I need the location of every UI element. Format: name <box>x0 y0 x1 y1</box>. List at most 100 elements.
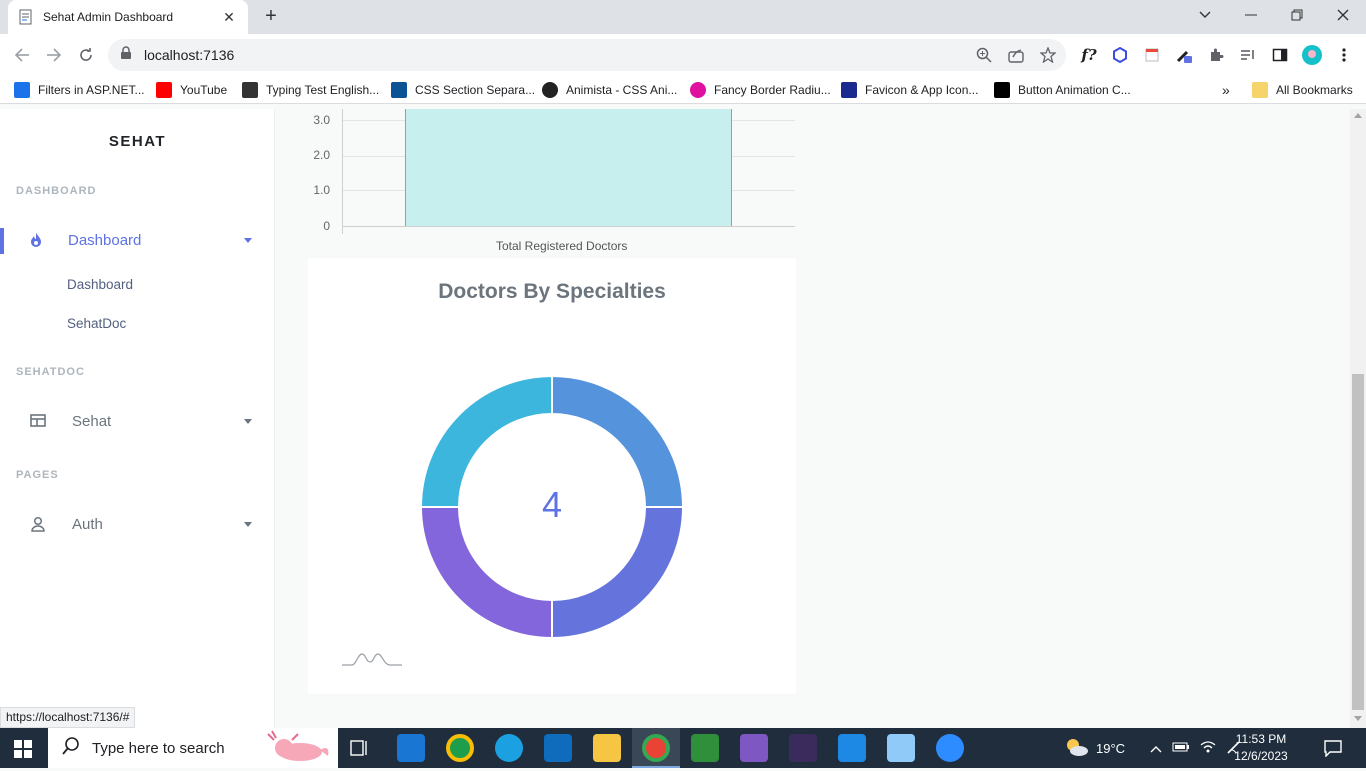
reload-icon[interactable] <box>73 43 99 67</box>
minimize-icon[interactable] <box>1228 0 1274 30</box>
bookmark-favicon-icon <box>542 82 558 98</box>
browser-tab[interactable]: Sehat Admin Dashboard ✕ <box>8 0 248 34</box>
chrome-icon[interactable] <box>446 734 474 762</box>
sidebar: SEHAT DASHBOARD Dashboard Dashboard Seha… <box>0 109 275 728</box>
y-tick-label: 3.0 <box>313 113 330 127</box>
bookmark-favicon-icon <box>994 82 1010 98</box>
chrome-menu-icon[interactable] <box>1333 44 1355 66</box>
chart-y-axis <box>342 109 343 234</box>
extension-hex-icon[interactable] <box>1109 44 1131 66</box>
sparkline-icon <box>342 650 402 673</box>
battery-icon[interactable] <box>1172 741 1190 756</box>
bookmark-star-icon[interactable] <box>1039 46 1057 68</box>
fire-icon <box>28 232 44 248</box>
brand-logo-text[interactable]: SEHAT <box>0 133 275 150</box>
chrome-active-icon[interactable] <box>642 734 670 762</box>
axolotl-icon <box>262 730 332 771</box>
more-bookmarks-icon[interactable]: » <box>1222 81 1230 99</box>
y-tick-label: 2.0 <box>313 148 330 162</box>
extension-calendar-icon[interactable] <box>1141 44 1163 66</box>
bookmark-item[interactable]: Filters in ASP.NET... <box>14 81 144 99</box>
fonts-extension-icon[interactable]: f? <box>1078 44 1100 66</box>
task-view-icon[interactable] <box>350 739 370 762</box>
taskbar-search-box[interactable]: Type here to search <box>48 728 338 768</box>
app-tools-icon[interactable] <box>691 734 719 762</box>
address-url: localhost:7136 <box>144 47 235 63</box>
page-scrollbar[interactable] <box>1350 109 1366 728</box>
vscode-icon[interactable] <box>838 734 866 762</box>
media-controls-icon[interactable] <box>1237 44 1259 66</box>
notepad-icon[interactable] <box>887 734 915 762</box>
extension-eyedropper-icon[interactable] <box>1173 44 1195 66</box>
chevron-up-icon[interactable] <box>1150 741 1162 756</box>
bookmark-item[interactable]: Favicon & App Icon... <box>841 81 978 99</box>
bookmark-item[interactable]: CSS Section Separa... <box>391 81 535 99</box>
zoom-app-icon[interactable] <box>936 734 964 762</box>
taskbar-clock[interactable]: 11:53 PM 12/6/2023 <box>1228 731 1294 765</box>
chevron-down-icon <box>244 238 252 243</box>
side-panel-icon[interactable] <box>1269 44 1291 66</box>
scroll-down-icon[interactable] <box>1354 716 1362 721</box>
visual-studio-icon[interactable] <box>740 734 768 762</box>
bookmark-favicon-icon <box>841 82 857 98</box>
donut-slice[interactable] <box>419 506 553 640</box>
sidebar-item-dashboard[interactable]: Dashboard <box>0 225 275 255</box>
partly-cloudy-icon <box>1064 736 1090 761</box>
bookmark-item[interactable]: YouTube <box>156 81 227 99</box>
user-icon <box>30 516 46 532</box>
browser-tab-bar: Sehat Admin Dashboard ✕ + <box>0 0 1366 34</box>
share-icon[interactable] <box>1008 47 1024 68</box>
donut-slice[interactable] <box>551 506 685 640</box>
weather-widget[interactable]: 19°C <box>1064 728 1125 768</box>
microsoft-store-icon[interactable] <box>397 734 425 762</box>
tab-title: Sehat Admin Dashboard <box>43 10 174 24</box>
table-icon <box>30 413 46 429</box>
mail-icon[interactable] <box>544 734 572 762</box>
page-favicon-icon <box>18 9 34 25</box>
profile-avatar-icon[interactable] <box>1301 44 1323 66</box>
chart-bar[interactable] <box>405 109 732 226</box>
edge-icon[interactable] <box>495 734 523 762</box>
y-tick-label: 1.0 <box>313 183 330 197</box>
bookmark-item[interactable]: Typing Test English... <box>242 81 379 99</box>
sidebar-item-sehat[interactable]: Sehat <box>0 406 275 436</box>
forward-icon[interactable] <box>41 43 67 67</box>
terminal-icon[interactable] <box>789 734 817 762</box>
wifi-icon[interactable] <box>1200 740 1216 757</box>
notification-icon[interactable] <box>1324 739 1342 762</box>
file-explorer-icon[interactable] <box>593 734 621 762</box>
windows-start-icon[interactable] <box>14 740 32 763</box>
close-window-icon[interactable] <box>1320 0 1366 30</box>
all-bookmarks[interactable]: All Bookmarks <box>1252 81 1353 99</box>
bookmark-item[interactable]: Button Animation C... <box>994 81 1131 99</box>
sidebar-item-auth[interactable]: Auth <box>0 509 275 539</box>
browser-toolbar: localhost:7136 f? <box>0 34 1366 76</box>
windows-taskbar: Type here to search 19°C 11:53 PM 12/6/2… <box>0 728 1366 768</box>
sidebar-item-label: Sehat <box>72 412 112 430</box>
weather-temperature: 19°C <box>1096 740 1126 756</box>
restore-icon[interactable] <box>1274 0 1320 30</box>
donut-chart <box>419 374 685 640</box>
new-tab-icon[interactable]: + <box>258 4 284 30</box>
chevron-down-icon <box>244 419 252 424</box>
sidebar-subitem-sehatdoc[interactable]: SehatDoc <box>67 316 126 331</box>
clock-time: 11:53 PM <box>1235 732 1287 746</box>
bookmark-item[interactable]: Animista - CSS Ani... <box>542 81 677 99</box>
close-tab-icon[interactable]: ✕ <box>220 9 238 26</box>
bookmark-favicon-icon <box>14 82 30 98</box>
lock-icon[interactable] <box>120 45 132 65</box>
sidebar-item-label: Auth <box>72 515 103 533</box>
sidebar-item-label: Dashboard <box>68 231 142 249</box>
back-icon[interactable] <box>9 43 35 67</box>
bookmark-favicon-icon <box>690 82 706 98</box>
address-bar[interactable]: localhost:7136 <box>108 39 1066 71</box>
zoom-icon[interactable] <box>976 47 992 68</box>
extensions-puzzle-icon[interactable] <box>1205 44 1227 66</box>
scroll-up-icon[interactable] <box>1354 113 1362 118</box>
search-icon <box>62 736 80 760</box>
scrollbar-thumb[interactable] <box>1352 374 1364 710</box>
sidebar-subitem-dashboard[interactable]: Dashboard <box>67 277 133 292</box>
tab-search-icon[interactable] <box>1182 0 1228 30</box>
x-category-label: Total Registered Doctors <box>496 239 628 253</box>
bookmark-item[interactable]: Fancy Border Radiu... <box>690 81 831 99</box>
